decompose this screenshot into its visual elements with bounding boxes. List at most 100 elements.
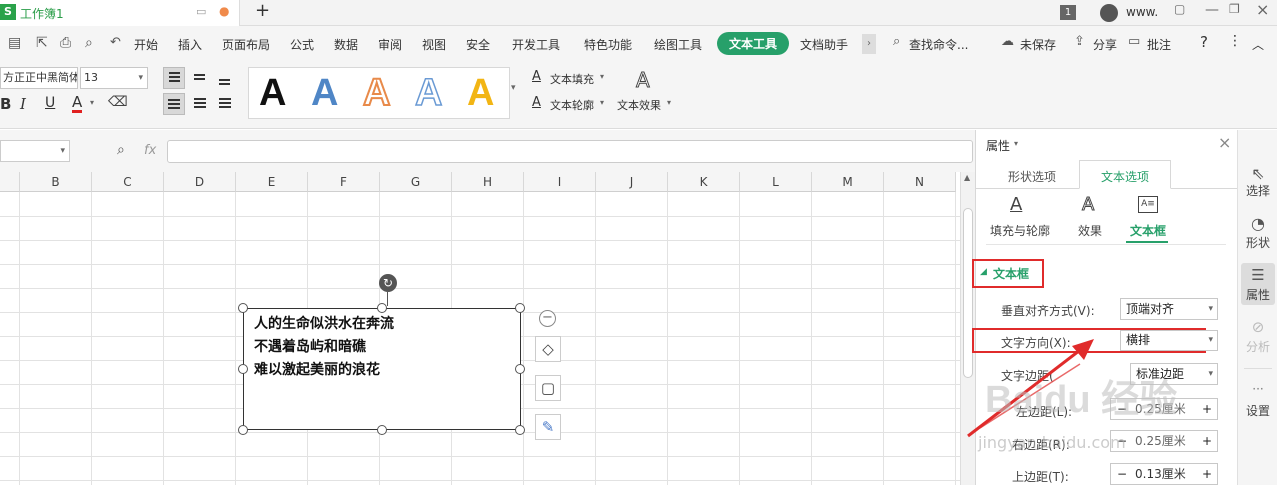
subtab-effects[interactable]: 效果 xyxy=(1078,222,1102,239)
close-window-icon[interactable]: × xyxy=(1256,0,1269,19)
brush-icon[interactable]: ✎ xyxy=(535,414,561,440)
analysis-icon[interactable]: ⊘ xyxy=(1238,318,1277,336)
resize-handle-r[interactable] xyxy=(515,364,525,374)
gallery-more-icon[interactable]: ▾ xyxy=(511,83,516,93)
text-line-1[interactable]: 人的生命似洪水在奔流 xyxy=(254,313,394,336)
font-size-select[interactable]: 13 ▾ xyxy=(80,67,148,89)
style-gold[interactable]: A xyxy=(467,72,494,115)
sidebar-item-select[interactable]: 选择 xyxy=(1238,182,1277,199)
menu-insert[interactable]: 插入 xyxy=(178,36,202,53)
more-menu-chevron-icon[interactable]: › xyxy=(862,34,876,54)
font-color-button[interactable]: A xyxy=(72,94,83,113)
more-options-icon[interactable]: ⋮ xyxy=(1228,33,1242,49)
align-left-button[interactable] xyxy=(163,93,185,115)
skin-icon[interactable]: ▢ xyxy=(1174,2,1185,16)
unsaved-status[interactable]: 未保存 xyxy=(1020,36,1056,53)
rotate-handle-icon[interactable]: ↻ xyxy=(379,274,397,292)
plus-icon[interactable]: + xyxy=(1202,431,1212,451)
tab-shape-options[interactable]: 形状选项 xyxy=(1008,168,1056,185)
undo-icon[interactable]: ↶ xyxy=(110,35,121,50)
annotate-button[interactable]: 批注 xyxy=(1147,36,1171,53)
unsaved-dot-icon[interactable]: ● xyxy=(219,4,229,18)
share-button[interactable]: 分享 xyxy=(1093,36,1117,53)
section-collapse-icon[interactable]: ◢ xyxy=(980,267,987,277)
scroll-up-icon[interactable]: ▲ xyxy=(964,173,970,182)
column-header-k[interactable]: K xyxy=(668,172,740,192)
panel-title[interactable]: 属性 xyxy=(986,137,1010,154)
align-center-button[interactable] xyxy=(189,93,211,115)
formula-input[interactable] xyxy=(167,140,973,163)
column-header-b[interactable]: B xyxy=(20,172,92,192)
menu-text-tools[interactable]: 文本工具 xyxy=(717,32,790,55)
text-outline-button[interactable]: 文本轮廓 xyxy=(550,97,594,113)
align-bottom-button[interactable] xyxy=(214,67,236,89)
menu-developer[interactable]: 开发工具 xyxy=(512,36,560,53)
tab-text-options[interactable]: 文本选项 xyxy=(1101,168,1149,185)
resize-handle-br[interactable] xyxy=(515,425,525,435)
align-top-button[interactable] xyxy=(163,67,185,89)
top-margin-value[interactable]: 0.13厘米 xyxy=(1135,464,1186,484)
minimize-icon[interactable]: — xyxy=(1205,2,1219,18)
menu-drawing-tools[interactable]: 绘图工具 xyxy=(654,36,702,53)
align-right-button[interactable] xyxy=(214,93,236,115)
menu-data[interactable]: 数据 xyxy=(334,36,358,53)
column-header-j[interactable]: J xyxy=(596,172,668,192)
plus-icon[interactable]: + xyxy=(1202,464,1212,484)
user-name[interactable]: www. xyxy=(1126,5,1158,19)
text-effect-icon[interactable]: A xyxy=(636,68,651,93)
style-blue[interactable]: A xyxy=(311,72,338,115)
sidebar-item-settings[interactable]: 设置 xyxy=(1238,402,1277,419)
text-line-2[interactable]: 不遇着岛屿和暗礁 xyxy=(254,336,394,359)
search-icon[interactable]: ⌕ xyxy=(893,34,900,49)
text-fill-chevron-icon[interactable]: ▾ xyxy=(600,72,604,81)
sidebar-item-analysis[interactable]: 分析 xyxy=(1238,338,1277,355)
panel-title-chevron-icon[interactable]: ▾ xyxy=(1014,139,1018,148)
text-box-icon[interactable]: A≡ xyxy=(1138,196,1158,213)
bold-button[interactable]: B xyxy=(0,95,11,113)
effects-icon[interactable]: A xyxy=(1081,194,1094,216)
style-black[interactable]: A xyxy=(259,72,286,115)
help-button[interactable]: ? xyxy=(1200,33,1208,51)
resize-handle-t[interactable] xyxy=(377,303,387,313)
menu-formula[interactable]: 公式 xyxy=(290,36,314,53)
vertical-align-select[interactable]: 顶端对齐 ▾ xyxy=(1120,298,1218,320)
menu-security[interactable]: 安全 xyxy=(466,36,490,53)
close-panel-icon[interactable]: × xyxy=(1218,133,1231,152)
print-icon[interactable]: ⎙ xyxy=(60,35,71,51)
restore-icon[interactable]: ❐ xyxy=(1229,2,1240,16)
italic-button[interactable]: I xyxy=(20,95,26,113)
resize-handle-bl[interactable] xyxy=(238,425,248,435)
shape-outline-icon[interactable]: ▢ xyxy=(535,375,561,401)
style-blue-outline[interactable]: A xyxy=(414,71,443,115)
column-header-m[interactable]: M xyxy=(812,172,884,192)
column-header-e[interactable]: E xyxy=(236,172,308,192)
fill-outline-icon[interactable]: A xyxy=(1010,194,1022,215)
resize-handle-b[interactable] xyxy=(377,425,387,435)
menu-review[interactable]: 审阅 xyxy=(378,36,402,53)
text-box[interactable]: 人的生命似洪水在奔流 不遇着岛屿和暗礁 难以激起美丽的浪花 xyxy=(243,308,521,430)
style-orange-outline[interactable]: A xyxy=(362,71,391,115)
sidebar-item-shape[interactable]: 形状 xyxy=(1238,234,1277,251)
shape-icon[interactable]: ◔ xyxy=(1238,214,1277,233)
properties-icon[interactable]: ☰ xyxy=(1238,266,1277,284)
resize-handle-tl[interactable] xyxy=(238,303,248,313)
column-header-d[interactable]: D xyxy=(164,172,236,192)
align-middle-button[interactable] xyxy=(189,67,211,89)
font-color-chevron-icon[interactable]: ▾ xyxy=(90,98,94,107)
column-header-c[interactable]: C xyxy=(92,172,164,192)
eraser-icon[interactable]: ⌫ xyxy=(108,94,128,110)
underline-button[interactable]: U xyxy=(45,95,55,111)
top-margin-stepper[interactable]: − 0.13厘米 + xyxy=(1110,463,1218,485)
section-text-box[interactable]: 文本框 xyxy=(993,265,1029,282)
fill-bucket-icon[interactable]: ◇ xyxy=(535,336,561,362)
font-name-select[interactable]: 方正正中黑简体 xyxy=(0,67,78,89)
sidebar-item-properties[interactable]: 属性 xyxy=(1238,286,1277,303)
search-commands[interactable]: 查找命令... xyxy=(909,36,968,53)
column-header-f[interactable]: F xyxy=(308,172,380,192)
menu-features[interactable]: 特色功能 xyxy=(584,36,632,53)
column-header-g[interactable]: G xyxy=(380,172,452,192)
right-margin-value[interactable]: 0.25厘米 xyxy=(1135,431,1186,451)
menu-doc-assistant[interactable]: 文档助手 xyxy=(800,36,848,53)
column-header-l[interactable]: L xyxy=(740,172,812,192)
text-direction-select[interactable]: 横排 ▾ xyxy=(1120,330,1218,351)
